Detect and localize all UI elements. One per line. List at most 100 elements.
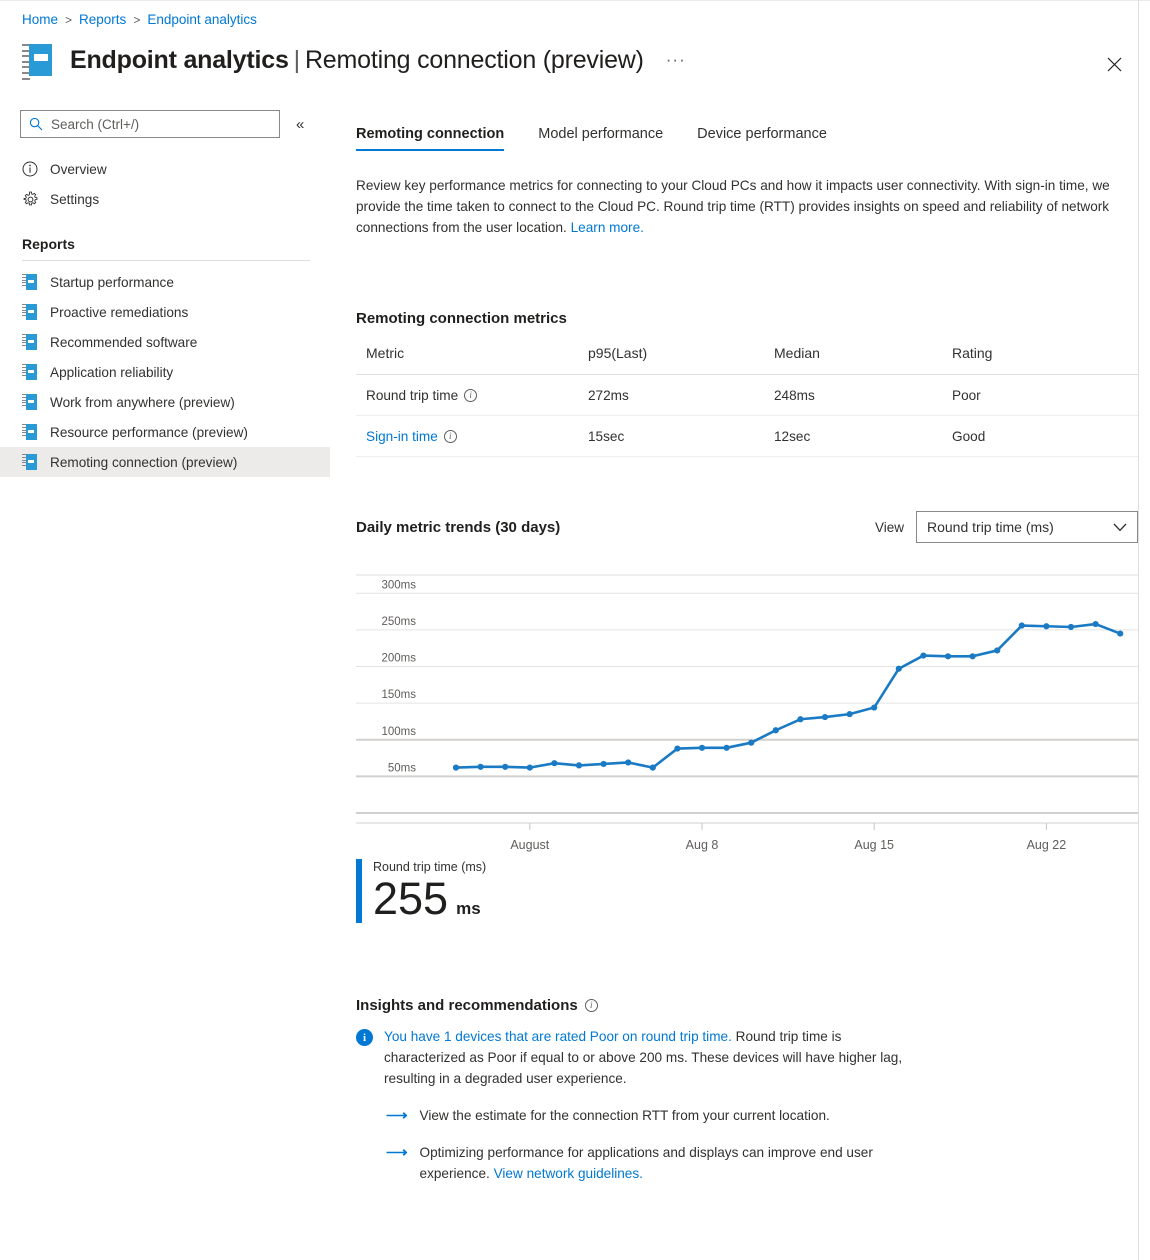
sidebar-item-label: Settings: [50, 191, 100, 207]
sidebar-item-label: Proactive remediations: [50, 304, 189, 320]
sidebar-item-startup-performance[interactable]: Startup performance: [0, 267, 330, 297]
recommendation-item: ⟶ View the estimate for the connection R…: [386, 1105, 916, 1126]
page-header: Endpoint analytics | Remoting connection (…: [22, 42, 1130, 80]
breadcrumb-item-reports[interactable]: Reports: [79, 12, 126, 27]
notebook-icon: [22, 274, 46, 290]
sidebar-item-label: Application reliability: [50, 364, 174, 380]
tab-remoting-connection[interactable]: Remoting connection: [356, 126, 505, 151]
chart-data-point: [477, 763, 484, 770]
metric-link-sign-in-time[interactable]: Sign-in time: [366, 429, 438, 444]
sidebar-item-label: Work from anywhere (preview): [50, 394, 235, 410]
sidebar-item-remoting-connection[interactable]: Remoting connection (preview): [0, 447, 330, 477]
chart-data-point: [920, 652, 927, 659]
sidebar-item-resource-performance[interactable]: Resource performance (preview): [0, 417, 330, 447]
view-select-value: Round trip time (ms): [927, 519, 1054, 535]
tab-device-performance[interactable]: Device performance: [697, 126, 827, 151]
insight-alert: i You have 1 devices that are rated Poor…: [356, 1026, 916, 1089]
view-network-guidelines-link[interactable]: View network guidelines.: [494, 1166, 643, 1181]
sidebar-collapse-button[interactable]: «: [292, 114, 308, 135]
cell-metric-name: Round trip time i: [356, 374, 588, 416]
tab-model-performance[interactable]: Model performance: [538, 126, 663, 151]
chart-data-point: [797, 716, 804, 723]
chart-data-point: [1067, 623, 1075, 631]
chart-data-point: [723, 744, 730, 751]
learn-more-link[interactable]: Learn more.: [571, 220, 644, 235]
breadcrumb-item-endpoint-analytics[interactable]: Endpoint analytics: [147, 12, 257, 27]
notebook-icon: [22, 364, 46, 380]
intro-body: Review key performance metrics for conne…: [356, 178, 1110, 235]
sidebar-item-proactive-remediations[interactable]: Proactive remediations: [0, 297, 330, 327]
sidebar-item-work-from-anywhere[interactable]: Work from anywhere (preview): [0, 387, 330, 417]
sidebar-search-row: «: [0, 110, 330, 138]
column-header-median: Median: [774, 345, 952, 375]
page-title-sub: Remoting connection (preview): [304, 45, 644, 74]
chart-data-point: [600, 760, 607, 768]
chart-data-point: [502, 763, 509, 770]
metrics-title: Remoting connection metrics: [356, 310, 567, 327]
right-divider: [1138, 0, 1139, 1260]
page-title-main: Endpoint analytics: [70, 45, 289, 74]
more-options-button[interactable]: ···: [662, 49, 690, 71]
top-divider: [0, 0, 1150, 1]
info-tooltip-icon[interactable]: i: [443, 430, 457, 443]
notebook-icon: [22, 454, 46, 470]
chart-data-point: [452, 764, 460, 771]
notebook-icon: [22, 424, 46, 440]
chart-data-point: [994, 647, 1001, 654]
kpi-callout: Round trip time (ms) 255 ms: [356, 859, 1138, 923]
sidebar: « Overview Settings Reports: [0, 110, 330, 477]
x-axis-tick-label: Aug 22: [1027, 838, 1067, 852]
chart-data-point: [1092, 620, 1099, 628]
kpi-unit: ms: [456, 899, 481, 918]
breadcrumb-item-home[interactable]: Home: [22, 12, 58, 27]
chart-data-point: [1018, 622, 1025, 629]
chart-data-point: [625, 759, 632, 766]
line-chart-svg: 50ms 100ms 150ms 200ms 250ms 300ms August Aug 8…: [356, 574, 1138, 852]
column-header-rating: Rating: [952, 345, 1138, 375]
search-box[interactable]: [20, 110, 280, 138]
cell-metric-name: Sign-in time i: [356, 415, 588, 457]
intro-text: Review key performance metrics for conne…: [356, 175, 1138, 238]
x-axis-tick-label: Aug 15: [854, 838, 894, 852]
gear-icon: [22, 191, 46, 208]
sidebar-item-settings[interactable]: Settings: [0, 184, 330, 214]
insight-alert-link[interactable]: You have 1 devices that are rated Poor o…: [384, 1029, 732, 1044]
close-button[interactable]: [1098, 48, 1130, 80]
y-axis-tick-label: 200ms: [381, 653, 416, 665]
chart-data-point: [748, 739, 755, 746]
table-row: Sign-in time i 15sec 12sec Good: [356, 415, 1138, 457]
cell-rating: Good: [952, 415, 1138, 457]
sidebar-item-overview[interactable]: Overview: [0, 154, 330, 184]
sidebar-item-label: Remoting connection (preview): [50, 454, 238, 470]
sidebar-item-label: Overview: [50, 161, 107, 177]
sidebar-item-application-reliability[interactable]: Application reliability: [0, 357, 330, 387]
chart-data-point: [846, 711, 853, 718]
search-icon: [29, 117, 43, 131]
insights-section: Insights and recommendations i i You hav…: [356, 997, 916, 1184]
sidebar-item-recommended-software[interactable]: Recommended software: [0, 327, 330, 357]
recommendation-text: View the estimate for the connection RTT…: [419, 1108, 830, 1123]
breadcrumb: Home > Reports > Endpoint analytics: [22, 12, 257, 27]
trends-title: Daily metric trends (30 days): [356, 518, 561, 536]
sidebar-section-reports-title: Reports: [22, 236, 75, 252]
notebook-icon: [22, 304, 46, 320]
table-header-row: Metric p95(Last) Median Rating: [356, 345, 1138, 375]
column-header-p95: p95(Last): [588, 345, 774, 375]
search-input[interactable]: [49, 115, 271, 133]
info-tooltip-icon[interactable]: i: [464, 389, 478, 402]
metrics-table: Metric p95(Last) Median Rating Round tri…: [356, 345, 1138, 457]
y-axis-tick-label: 250ms: [381, 616, 416, 628]
recommendation-item: ⟶ Optimizing performance for application…: [386, 1142, 916, 1184]
chart-data-point: [551, 760, 558, 767]
chart-data-point: [871, 704, 878, 711]
kpi-accent-bar: [356, 859, 362, 923]
chart-data-point: [944, 653, 952, 660]
sidebar-reports-nav: Startup performance Proactive remediatio…: [0, 267, 330, 477]
view-select[interactable]: Round trip time (ms): [916, 511, 1138, 543]
close-icon: [1107, 57, 1121, 71]
info-tooltip-icon[interactable]: i: [584, 999, 598, 1012]
chart-data-point: [526, 764, 533, 771]
page-title-separator: |: [293, 45, 301, 74]
arrow-right-icon: ⟶: [386, 1107, 408, 1124]
cell-rating: Poor: [952, 374, 1138, 416]
